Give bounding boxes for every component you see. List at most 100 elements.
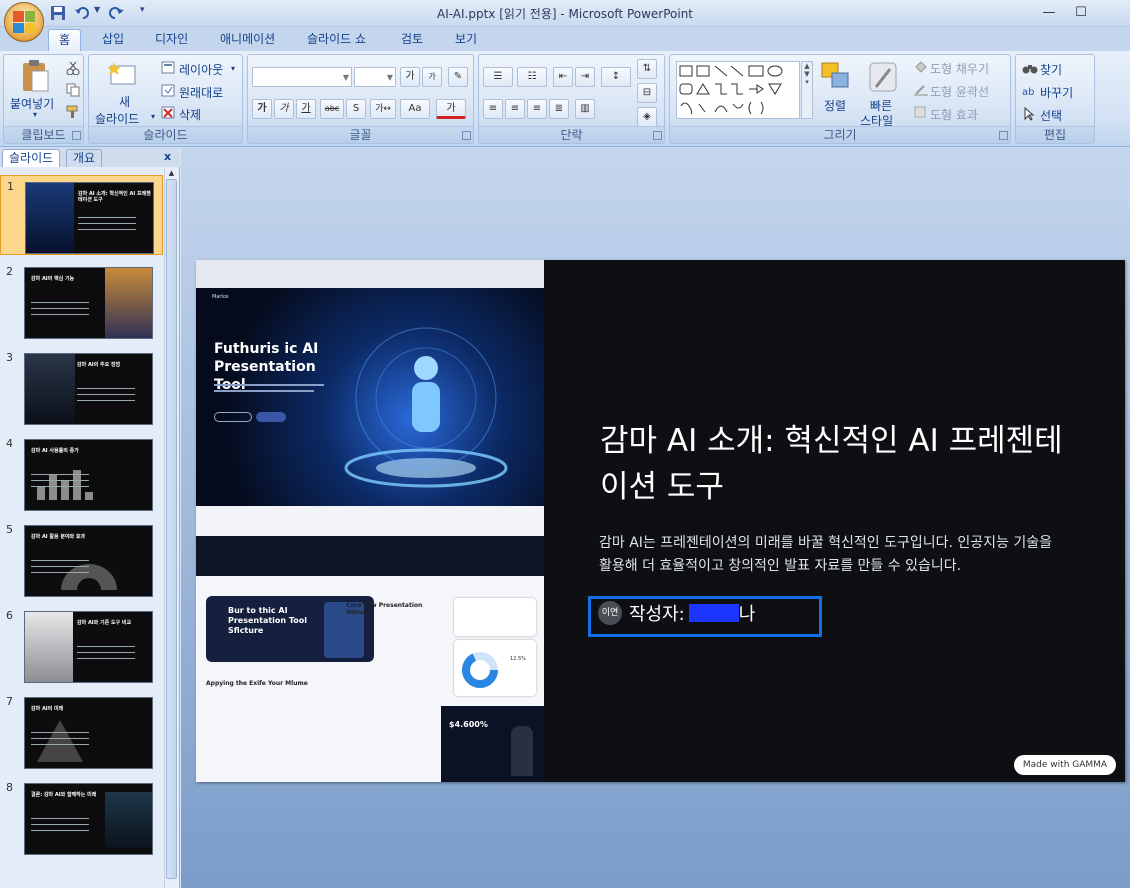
- arrange-button[interactable]: 정렬: [824, 97, 846, 114]
- slide-number: 1: [7, 180, 14, 193]
- image-top-strip: [196, 260, 544, 288]
- slide-thumbnail[interactable]: 8 결론: 감마 AI와 함께하는 미래: [0, 777, 163, 857]
- slide-thumbnail[interactable]: 6 감마 AI와 기존 도구 비교: [0, 605, 163, 685]
- office-button[interactable]: [4, 2, 44, 42]
- close-pane-button[interactable]: x: [164, 150, 171, 163]
- tab-view[interactable]: 보기: [445, 29, 487, 51]
- thumb-text-line: [31, 830, 89, 831]
- image-feature-strip: [196, 536, 544, 576]
- decrease-indent-button[interactable]: ⇤: [553, 67, 573, 87]
- underline-button[interactable]: 가: [296, 99, 316, 119]
- smartart-button[interactable]: ◈: [637, 107, 657, 127]
- bold-button[interactable]: 가: [252, 99, 272, 119]
- grow-font-button[interactable]: 가: [400, 67, 420, 87]
- font-name-combo[interactable]: ▼: [252, 67, 352, 87]
- copy-icon[interactable]: [66, 83, 80, 100]
- drawing-group-label: 그리기: [670, 126, 1010, 143]
- tab-home[interactable]: 홈: [48, 29, 82, 51]
- thumb-title: 감마 AI의 핵심 기능: [31, 276, 75, 282]
- shapes-gallery[interactable]: [676, 61, 800, 119]
- tab-outline[interactable]: 개요: [66, 149, 103, 167]
- scroll-thumb[interactable]: [166, 179, 177, 879]
- justify-button[interactable]: ≣: [549, 99, 569, 119]
- slide-description[interactable]: 감마 AI는 프레젠테이션의 미래를 바꿀 혁신적인 도구입니다. 인공지능 기…: [599, 532, 1069, 590]
- bullets-button[interactable]: ☰: [483, 67, 513, 87]
- line-spacing-button[interactable]: ↕: [601, 67, 631, 87]
- font-size-combo[interactable]: ▼: [354, 67, 396, 87]
- image-hero-button: [214, 412, 252, 422]
- slide-thumbnail[interactable]: 2 감마 AI의 핵심 기능: [0, 261, 163, 341]
- tab-slides[interactable]: 슬라이드: [2, 149, 61, 167]
- shrink-font-button[interactable]: 가: [422, 67, 442, 87]
- slide-thumbnail[interactable]: 4 감마 AI 사용률의 증가: [0, 433, 163, 513]
- slide-thumbnail[interactable]: 7 감마 AI의 미래: [0, 691, 163, 771]
- paste-dropdown-icon[interactable]: ▾: [33, 110, 37, 119]
- thumb-title: 감마 AI 사용률의 증가: [31, 448, 79, 454]
- font-color-button[interactable]: 가: [436, 99, 466, 119]
- shape-fill-button[interactable]: 도형 채우기: [930, 60, 989, 77]
- change-case-button[interactable]: Aa: [400, 99, 430, 119]
- clipboard-launcher[interactable]: [72, 131, 81, 140]
- reset-button[interactable]: 원래대로: [179, 84, 223, 101]
- made-with-gamma-badge: Made with GAMMA: [1014, 755, 1116, 775]
- clear-formatting-button[interactable]: ✎: [448, 67, 468, 87]
- char-spacing-button[interactable]: 가↔: [370, 99, 396, 119]
- shape-effects-icon: [914, 106, 928, 122]
- new-slide-icon[interactable]: [107, 60, 137, 91]
- tab-review[interactable]: 검토: [391, 29, 433, 51]
- shadow-button[interactable]: S: [346, 99, 366, 119]
- slide-thumbnail[interactable]: 3 감마 AI의 주요 장점: [0, 347, 163, 427]
- new-slide-button[interactable]: 슬라이드: [95, 110, 139, 127]
- delete-button[interactable]: 삭제: [179, 106, 201, 123]
- shape-outline-button[interactable]: 도형 윤곽선: [930, 83, 989, 100]
- drawing-launcher[interactable]: [999, 131, 1008, 140]
- slide-canvas[interactable]: Marlox Futhuris ic AI Presentation Tool …: [196, 260, 1125, 782]
- thumb-text-line: [31, 480, 89, 481]
- cut-icon[interactable]: [66, 61, 80, 78]
- tab-design[interactable]: 디자인: [145, 29, 198, 51]
- pane-scrollbar[interactable]: ▲: [164, 169, 178, 888]
- maximize-button[interactable]: ☐: [1068, 4, 1094, 22]
- tab-slide-show[interactable]: 슬라이드 쇼: [297, 29, 376, 51]
- thumb-text-line: [77, 388, 135, 389]
- image-presenter-card: $4.600%: [441, 706, 544, 782]
- slide-thumbnail[interactable]: 5 감마 AI 활용 분야와 효과: [0, 519, 163, 599]
- columns-button[interactable]: ▥: [575, 99, 595, 119]
- thumb-text-line: [31, 572, 89, 573]
- format-painter-icon[interactable]: [66, 105, 80, 122]
- tab-animations[interactable]: 애니메이션: [210, 29, 285, 51]
- paragraph-launcher[interactable]: [653, 131, 662, 140]
- minimize-button[interactable]: —: [1036, 4, 1062, 22]
- strikethrough-button[interactable]: abc: [320, 99, 344, 119]
- layout-button[interactable]: 레이아웃: [179, 61, 223, 78]
- paste-icon[interactable]: [20, 59, 50, 96]
- image-hero-button: [256, 412, 286, 422]
- slide-number: 5: [6, 523, 13, 536]
- find-button[interactable]: 찾기: [1040, 61, 1062, 78]
- font-launcher[interactable]: [462, 131, 471, 140]
- increase-indent-button[interactable]: ⇥: [575, 67, 595, 87]
- italic-button[interactable]: 가: [274, 99, 294, 119]
- align-right-icon: ≡: [532, 103, 542, 114]
- align-text-button[interactable]: ⊟: [637, 83, 657, 103]
- layout-dropdown-icon[interactable]: ▾: [231, 64, 235, 73]
- align-center-button[interactable]: ≡: [505, 99, 525, 119]
- shapes-gallery-scroll[interactable]: ▲ ▼ ▾: [801, 61, 813, 119]
- align-left-button[interactable]: ≡: [483, 99, 503, 119]
- slide-thumbnail[interactable]: 1 감마 AI 소개: 혁신적인 AI 프레젠테이션 도구: [0, 175, 163, 255]
- new-slide-label-1[interactable]: 새: [119, 93, 130, 110]
- tab-insert[interactable]: 삽입: [92, 29, 134, 51]
- shape-effects-button[interactable]: 도형 효과: [930, 106, 978, 123]
- ribbon: 붙여넣기 ▾ 클립보드 새 슬라이드 ▾ 레이아웃 ▾ 원래대로 삭제 슬라이드…: [0, 51, 1130, 147]
- scroll-up-icon[interactable]: ▲: [166, 169, 177, 179]
- select-button[interactable]: 선택: [1040, 107, 1062, 124]
- slide-title[interactable]: 감마 AI 소개: 혁신적인 AI 프레젠테이션 도구: [600, 418, 1070, 510]
- image-core-title: Core Tow Presentation Nitrure: [346, 602, 423, 616]
- clear-format-icon: ✎: [453, 71, 463, 82]
- new-slide-dropdown-icon[interactable]: ▾: [151, 112, 155, 121]
- slide-number: 8: [6, 781, 13, 794]
- numbering-button[interactable]: ☷: [517, 67, 547, 87]
- text-direction-button[interactable]: ⇅: [637, 59, 657, 79]
- align-right-button[interactable]: ≡: [527, 99, 547, 119]
- replace-button[interactable]: 바꾸기: [1040, 84, 1073, 101]
